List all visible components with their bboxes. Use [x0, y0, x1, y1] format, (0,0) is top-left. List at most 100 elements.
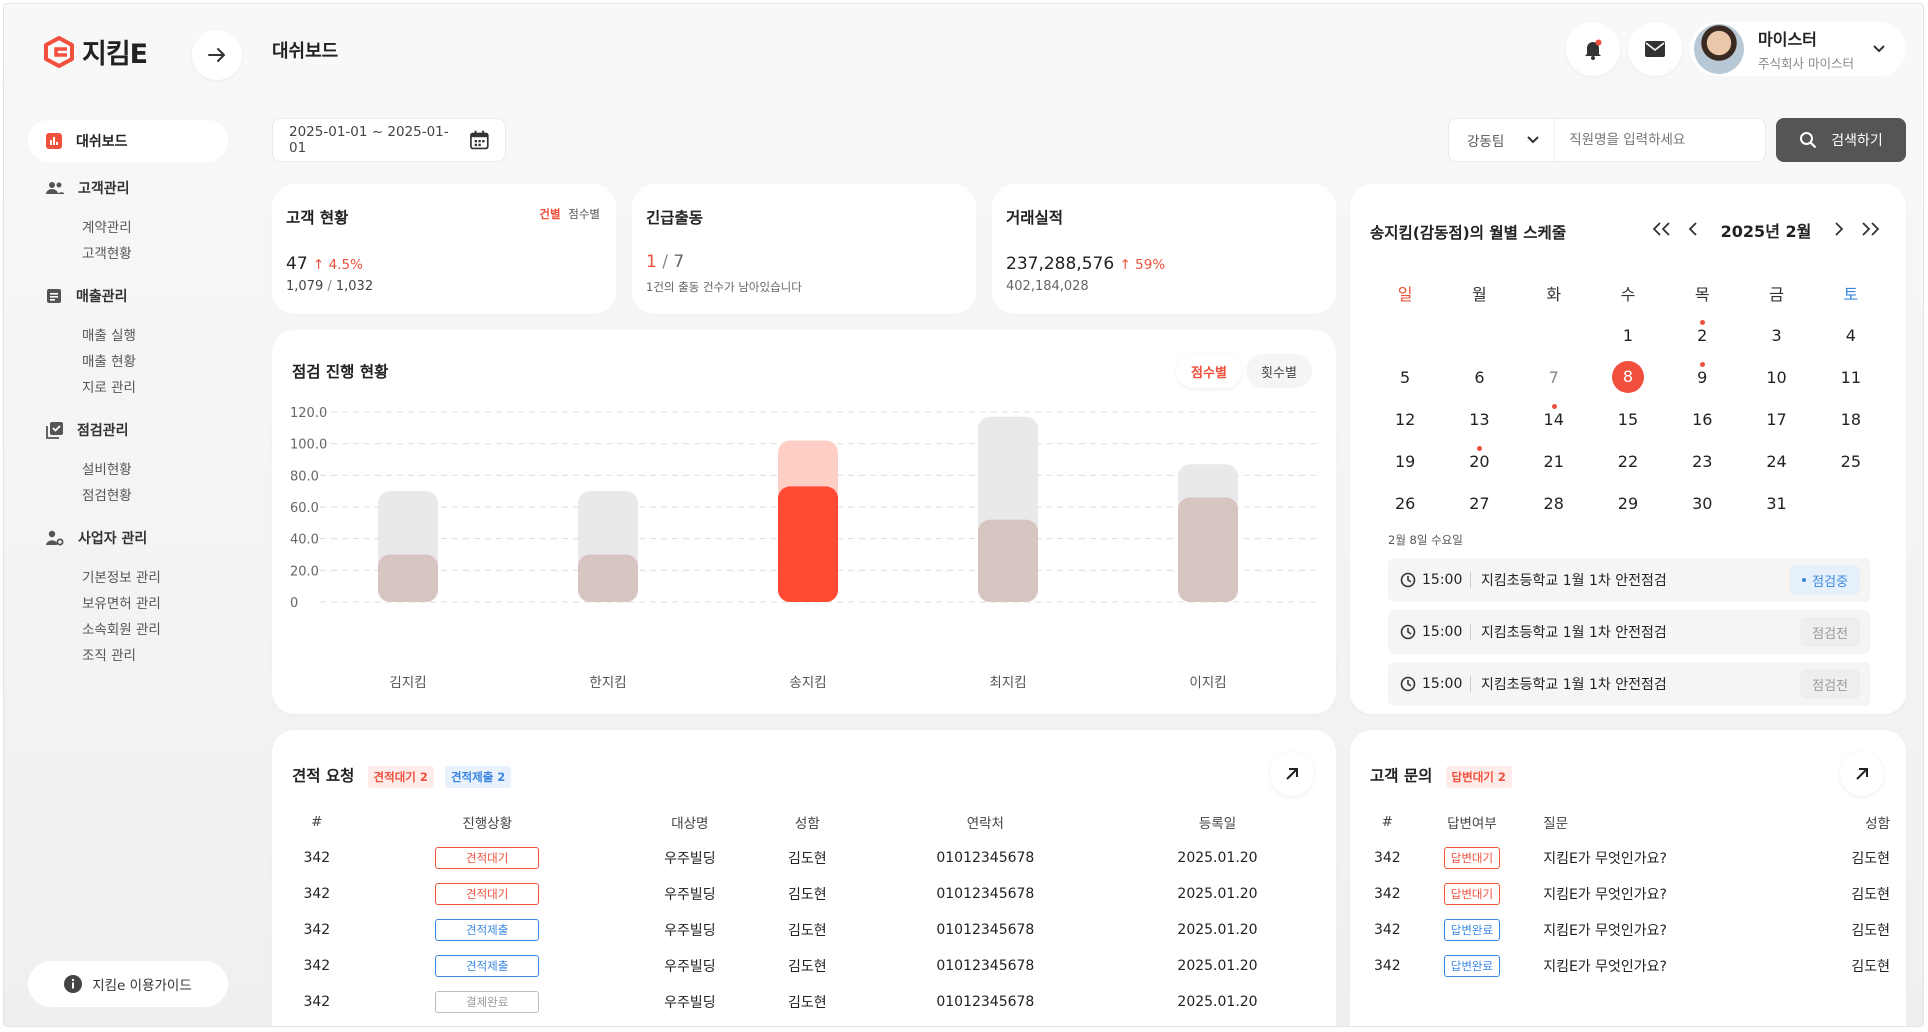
sidebar-item-organization[interactable]: 조직 관리 [82, 644, 136, 664]
column-header[interactable]: 연락처 [858, 804, 1113, 840]
calendar-title: 송지킴(감동점)의 월별 스케줄 [1370, 224, 1567, 242]
table-row[interactable]: 342 답변대기 지킴E가 무엇인가요? 김도현 [1360, 876, 1890, 912]
sidebar-item-members[interactable]: 소속회원 관리 [82, 618, 161, 638]
calendar-day[interactable]: 4 [1814, 326, 1888, 345]
calendar-day[interactable]: 11 [1814, 368, 1888, 387]
calendar-day[interactable]: 22 [1591, 452, 1665, 471]
week-row: 1234 [1368, 314, 1888, 356]
sidebar-item-customer-status[interactable]: 고객현황 [82, 242, 132, 262]
sidebar-item-contracts[interactable]: 계약관리 [82, 216, 132, 236]
calendar-day[interactable]: 9 [1665, 361, 1739, 387]
sidebar-item-equipment[interactable]: 설비현황 [82, 458, 132, 478]
clock-icon [1400, 572, 1416, 588]
date-range-picker[interactable]: 2025-01-01 ~ 2025-01-01 [272, 118, 506, 162]
prev-year-button[interactable] [1652, 221, 1674, 240]
sidebar-item-inspection-status[interactable]: 점검현황 [82, 484, 132, 504]
sidebar-item-giro[interactable]: 지로 관리 [82, 376, 136, 396]
chevron-right-icon [1835, 221, 1844, 236]
schedule-item[interactable]: 15:00 지킴초등학교 1월 1차 안전점검 점검전 [1388, 610, 1870, 654]
table-cell: 김도현 [1851, 851, 1890, 867]
column-header[interactable]: # [282, 804, 352, 840]
toggle-sidebar-button[interactable] [192, 30, 242, 80]
bell-icon [1585, 39, 1602, 60]
calendar-day[interactable]: 3 [1739, 326, 1813, 345]
employee-search-input[interactable] [1555, 132, 1756, 148]
search-button[interactable]: 검색하기 [1776, 118, 1906, 162]
notification-button[interactable] [1566, 22, 1620, 76]
table-row[interactable]: 342 견적제출 우주빌딩 김도현 01012345678 2025.01.20 [282, 912, 1322, 948]
sidebar-group-inspection[interactable]: 점검관리 [46, 420, 129, 440]
calendar-day[interactable]: 13 [1442, 410, 1516, 429]
calendar-day[interactable]: 19 [1368, 452, 1442, 471]
calendar-day[interactable]: 7 [1517, 368, 1591, 387]
column-header[interactable]: 성함 [1811, 804, 1890, 840]
table-row[interactable]: 342 답변대기 지킴E가 무엇인가요? 김도현 [1360, 840, 1890, 876]
calendar-day[interactable]: 27 [1442, 494, 1516, 513]
prev-month-button[interactable] [1688, 221, 1700, 240]
sidebar-item-sales-status[interactable]: 매출 현황 [82, 350, 136, 370]
toggle-by-count[interactable]: 건별 [539, 207, 560, 221]
sidebar-item-licenses[interactable]: 보유면허 관리 [82, 592, 161, 612]
kpi-value-current: 1 [646, 252, 657, 272]
calendar-day[interactable]: 10 [1739, 368, 1813, 387]
calendar-day[interactable]: 6 [1442, 368, 1516, 387]
x-tick-label: 송지킴 [789, 675, 826, 691]
calendar-day[interactable]: 28 [1517, 494, 1591, 513]
event-dot [1477, 445, 1483, 451]
mail-button[interactable] [1628, 22, 1682, 76]
people-icon [46, 182, 64, 194]
calendar-day[interactable]: 16 [1665, 410, 1739, 429]
profile-menu[interactable]: 마이스터 주식회사 마이스터 [1690, 22, 1906, 76]
calendar-day[interactable]: 25 [1814, 452, 1888, 471]
calendar-day[interactable]: 31 [1739, 494, 1813, 513]
sidebar-item-basic-info[interactable]: 기본정보 관리 [82, 566, 161, 586]
sidebar-item-sales-run[interactable]: 매출 실행 [82, 324, 136, 344]
calendar-day[interactable]: 23 [1665, 452, 1739, 471]
calendar-day[interactable]: 5 [1368, 368, 1442, 387]
column-header[interactable]: 진행상황 [352, 804, 623, 840]
column-header[interactable]: 성함 [757, 804, 858, 840]
calendar-day[interactable]: 24 [1739, 452, 1813, 471]
next-month-button[interactable] [1832, 221, 1844, 240]
table-row[interactable]: 342 답변완료 지킴E가 무엇인가요? 김도현 [1360, 948, 1890, 984]
sidebar-group-business[interactable]: 사업자 관리 [46, 528, 147, 548]
sidebar-group-label: 점검관리 [77, 423, 129, 439]
table-row[interactable]: 342 견적대기 우주빌딩 김도현 01012345678 2025.01.20 [282, 840, 1322, 876]
column-header[interactable]: 등록일 [1113, 804, 1322, 840]
column-header[interactable]: # [1360, 804, 1415, 840]
user-guide-button[interactable]: 지킴e 이용가이드 [28, 961, 228, 1007]
calendar-day[interactable]: 21 [1517, 452, 1591, 471]
column-header[interactable]: 질문 [1529, 804, 1811, 840]
toggle-by-score[interactable]: 점수별 [568, 207, 600, 221]
calendar-day[interactable]: 18 [1814, 410, 1888, 429]
calendar-day[interactable]: 12 [1368, 410, 1442, 429]
column-header[interactable]: 답변여부 [1415, 804, 1530, 840]
table-row[interactable]: 342 견적대기 우주빌딩 김도현 01012345678 2025.01.20 [282, 876, 1322, 912]
calendar-day[interactable]: 26 [1368, 494, 1442, 513]
next-year-button[interactable] [1858, 221, 1880, 240]
calendar-day[interactable]: 17 [1739, 410, 1813, 429]
calendar-day[interactable]: 2 [1665, 319, 1739, 345]
calendar-day[interactable]: 30 [1665, 494, 1739, 513]
sidebar-group-customers[interactable]: 고객관리 [46, 178, 130, 198]
sidebar-item-dashboard[interactable]: 대쉬보드 [28, 120, 228, 162]
month-nav: 2025년 2월 [1652, 218, 1880, 242]
team-select[interactable]: 강동팀 [1449, 119, 1556, 161]
calendar-day[interactable]: 1 [1591, 326, 1665, 345]
calendar-day[interactable]: 15 [1591, 410, 1665, 429]
table-row[interactable]: 342 견적제출 우주빌딩 김도현 01012345678 2025.01.20 [282, 948, 1322, 984]
schedule-item[interactable]: 15:00 지킴초등학교 1월 1차 안전점검 점검중 [1388, 558, 1870, 602]
table-row[interactable]: 342 답변완료 지킴E가 무엇인가요? 김도현 [1360, 912, 1890, 948]
column-header[interactable]: 대상명 [623, 804, 757, 840]
inquiries-open-button[interactable] [1840, 752, 1884, 796]
calendar-day[interactable]: 8 [1591, 361, 1665, 393]
calendar-day[interactable]: 20 [1442, 445, 1516, 471]
quotes-open-button[interactable] [1270, 752, 1314, 796]
table-row[interactable]: 342 결제완료 우주빌딩 김도현 01012345678 2025.01.20 [282, 984, 1322, 1020]
weekday-row: 일월화수목금토 [1368, 272, 1888, 314]
app-logo[interactable]: 지킴E [42, 32, 148, 71]
calendar-day[interactable]: 29 [1591, 494, 1665, 513]
schedule-item[interactable]: 15:00 지킴초등학교 1월 1차 안전점검 점검전 [1388, 662, 1870, 706]
calendar-day[interactable]: 14 [1517, 403, 1591, 429]
sidebar-group-sales[interactable]: 매출관리 [46, 286, 128, 306]
